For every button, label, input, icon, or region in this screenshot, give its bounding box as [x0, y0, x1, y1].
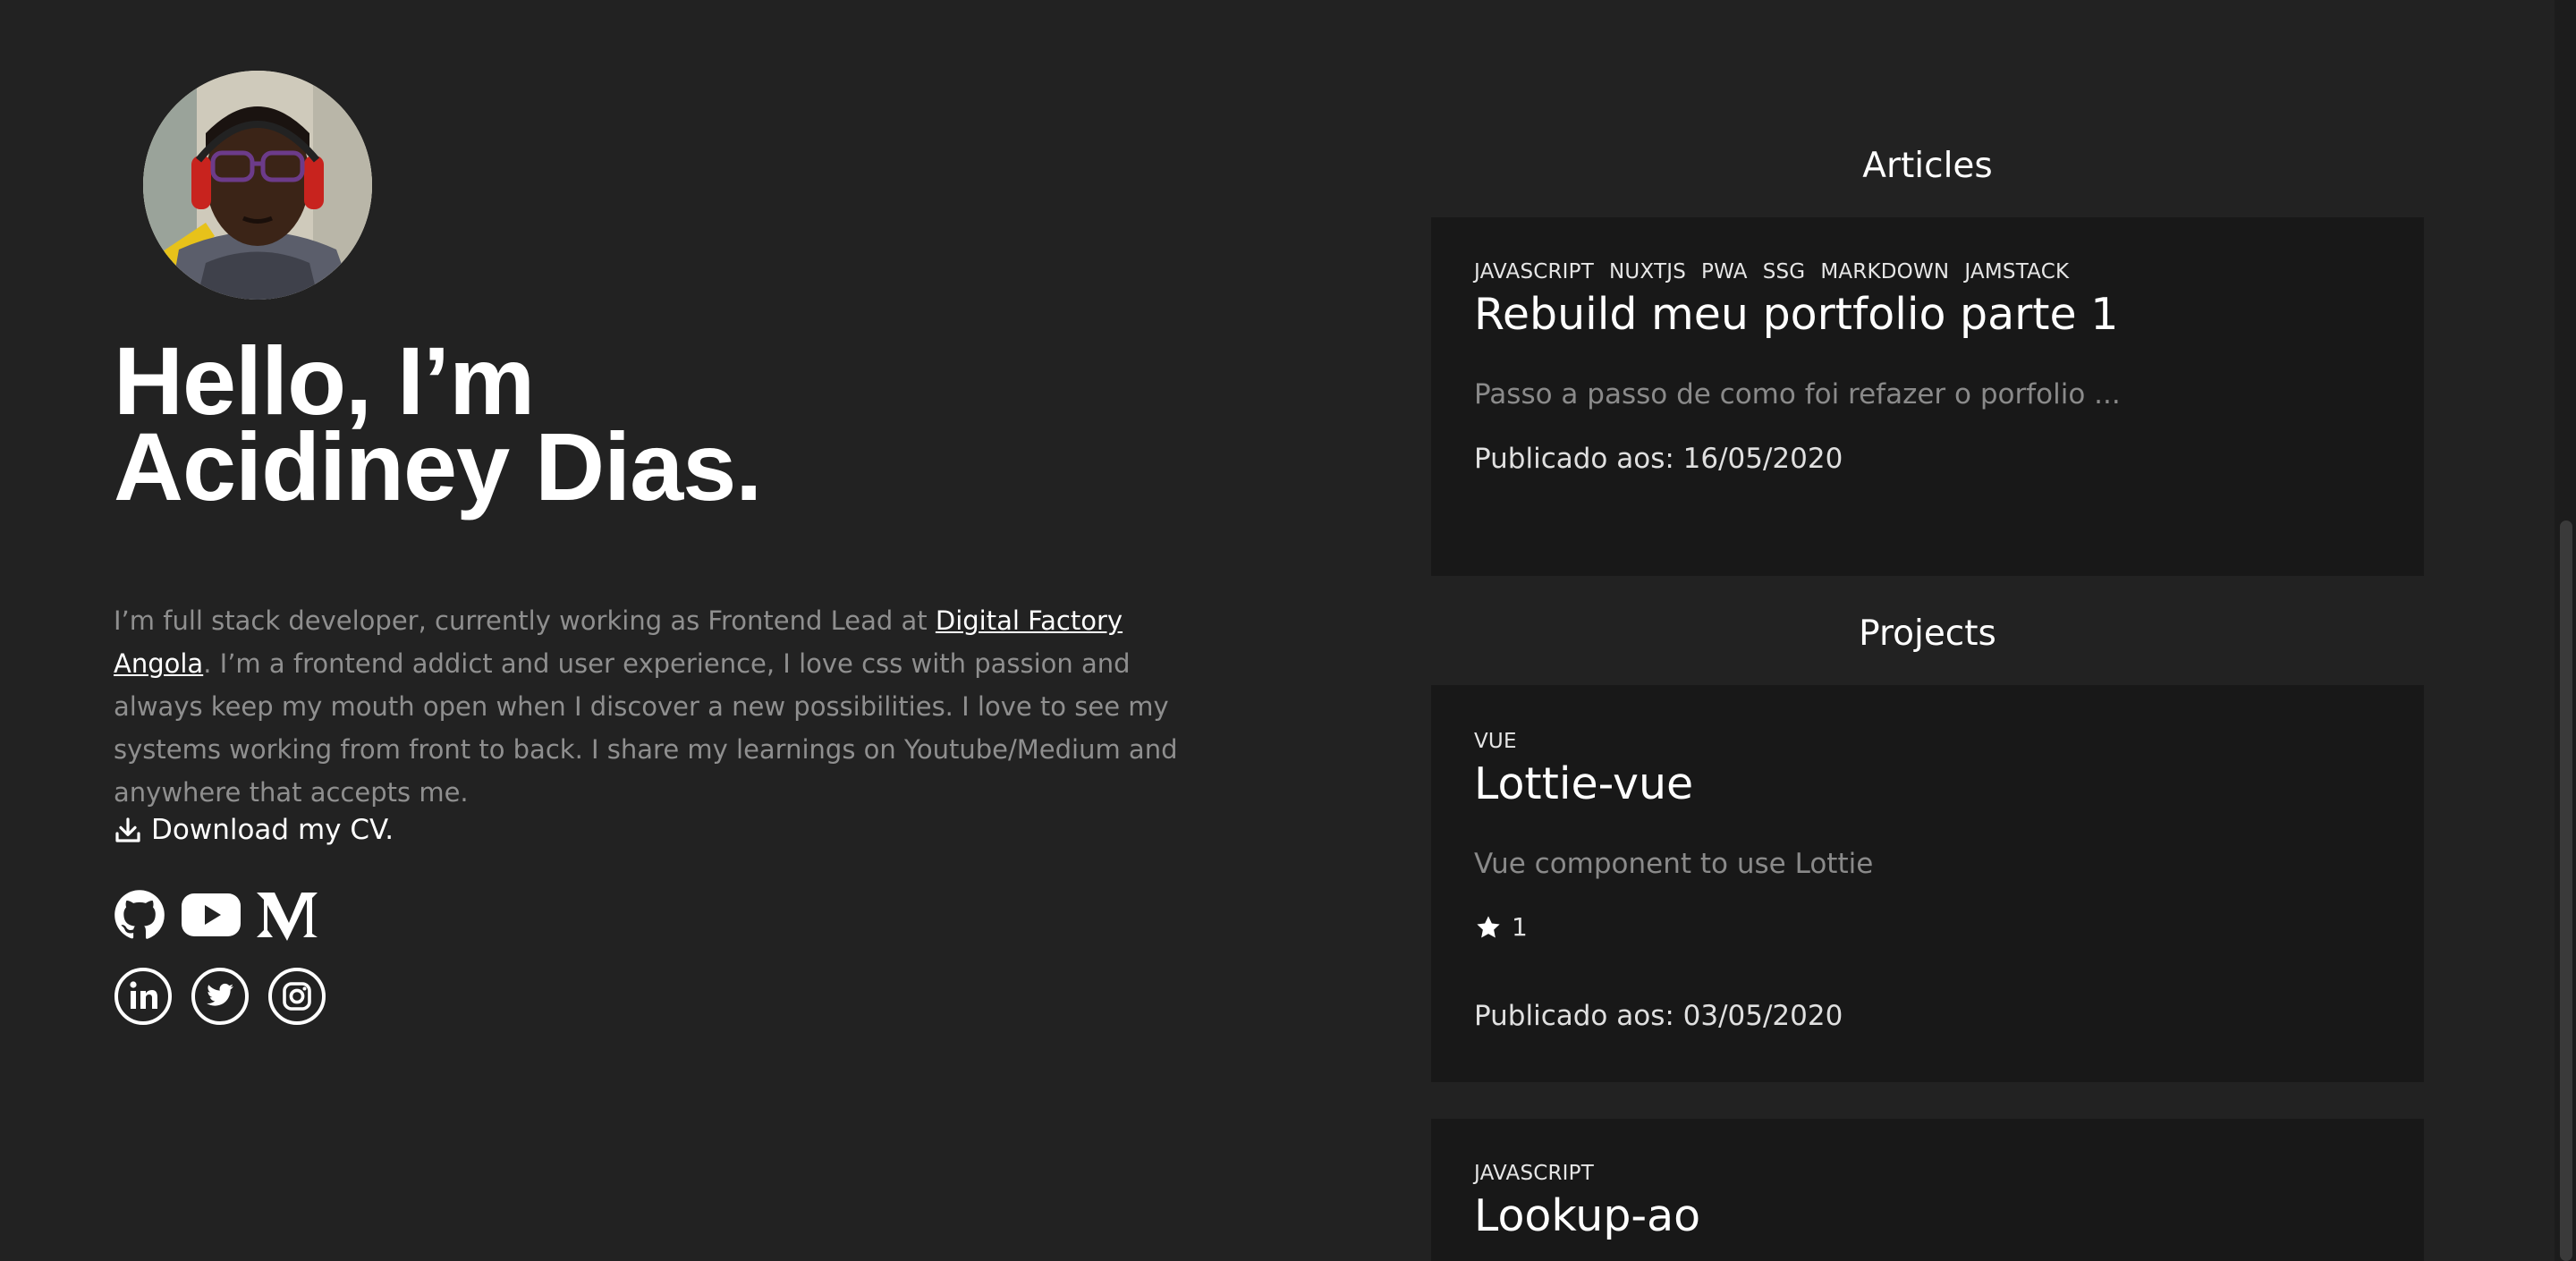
project-tags: VUE: [1474, 730, 1517, 753]
download-cv-label: Download my CV.: [151, 814, 394, 846]
github-icon: [114, 890, 165, 939]
tag[interactable]: JAVASCRIPT: [1474, 260, 1594, 284]
star-icon: [1477, 915, 1500, 937]
tag[interactable]: MARKDOWN: [1820, 260, 1949, 284]
avatar: [143, 71, 372, 300]
linkedin-icon: [114, 968, 172, 1025]
project-card[interactable]: JAVASCRIPT Lookup-ao: [1431, 1119, 2424, 1261]
bio-prefix: I’m full stack developer, currently work…: [114, 605, 936, 636]
tag[interactable]: SSG: [1763, 260, 1806, 284]
tag[interactable]: JAMSTACK: [1964, 260, 2069, 284]
name-text: Acidiney Dias.: [114, 412, 762, 520]
twitter-link[interactable]: [191, 967, 250, 1026]
article-description: Passo a passo de como foi refazer o porf…: [1474, 378, 2121, 410]
article-tags: JAVASCRIPT NUXTJS PWA SSG MARKDOWN JAMST…: [1474, 260, 2069, 284]
bio-text: I’m full stack developer, currently work…: [114, 599, 1178, 814]
projects-heading: Projects: [1859, 614, 1996, 654]
project-date: Publicado aos: 03/05/2020: [1474, 1000, 1843, 1032]
project-description: Vue component to use Lottie: [1474, 848, 1874, 880]
article-title[interactable]: Rebuild meu portfolio parte 1: [1474, 289, 2118, 340]
instagram-icon: [268, 968, 326, 1025]
avatar-image: [143, 71, 372, 300]
download-icon: [115, 817, 140, 842]
star-count: 1: [1512, 912, 1528, 942]
tag[interactable]: VUE: [1474, 730, 1517, 753]
articles-heading: Articles: [1862, 146, 1993, 186]
github-link[interactable]: [114, 889, 165, 941]
project-tags: JAVASCRIPT: [1474, 1162, 1594, 1185]
project-title[interactable]: Lookup-ao: [1474, 1190, 1700, 1241]
social-links-secondary: [114, 967, 326, 1026]
medium-icon: [257, 893, 318, 941]
twitter-icon: [191, 968, 249, 1025]
download-cv-link[interactable]: Download my CV.: [114, 814, 394, 846]
instagram-link[interactable]: [267, 967, 326, 1026]
project-stars: 1: [1474, 912, 1528, 942]
youtube-link[interactable]: [182, 893, 241, 936]
tag[interactable]: JAVASCRIPT: [1474, 1162, 1594, 1185]
hero-title: Hello, I’m Acidiney Dias.: [114, 326, 762, 520]
social-links-primary: [114, 889, 318, 941]
bio-suffix: . I’m a frontend addict and user experie…: [114, 648, 1178, 808]
greeting-text: Hello, I’m: [114, 326, 535, 435]
scrollbar-thumb[interactable]: [2560, 520, 2572, 1261]
linkedin-link[interactable]: [114, 967, 173, 1026]
page: Hello, I’m Acidiney Dias. I’m full stack…: [0, 0, 2576, 1261]
project-card[interactable]: VUE Lottie-vue Vue component to use Lott…: [1431, 685, 2424, 1082]
article-card[interactable]: JAVASCRIPT NUXTJS PWA SSG MARKDOWN JAMST…: [1431, 217, 2424, 576]
medium-link[interactable]: [257, 889, 318, 941]
youtube-icon: [182, 893, 241, 936]
article-date: Publicado aos: 16/05/2020: [1474, 443, 1843, 475]
scrollbar[interactable]: [2555, 0, 2576, 1261]
tag[interactable]: PWA: [1701, 260, 1748, 284]
tag[interactable]: NUXTJS: [1609, 260, 1686, 284]
project-title[interactable]: Lottie-vue: [1474, 758, 1693, 809]
